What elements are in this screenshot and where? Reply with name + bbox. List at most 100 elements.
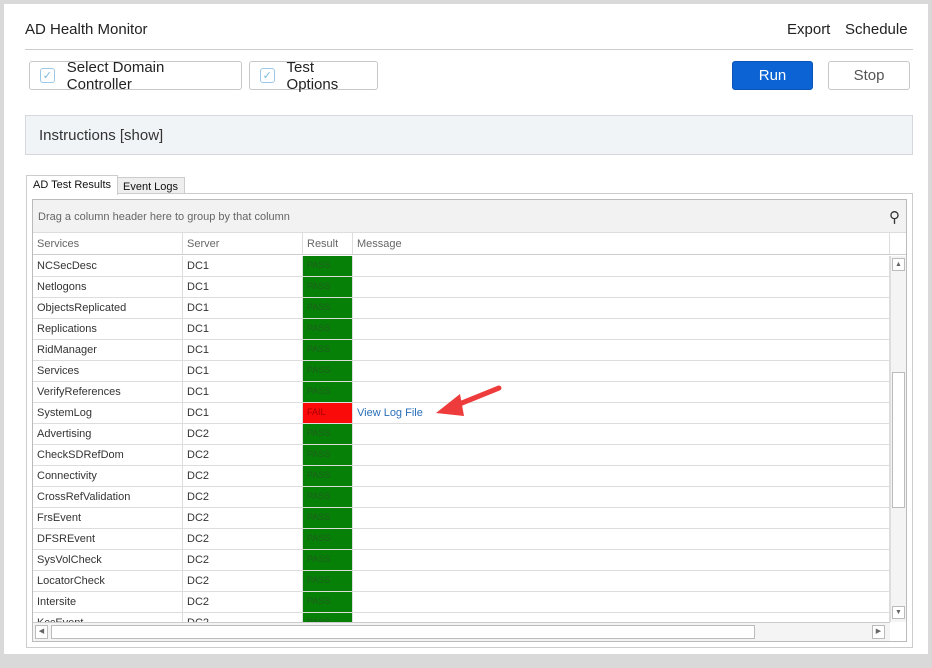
service-cell: SystemLog [33, 403, 183, 423]
result-cell: PASS [303, 424, 353, 444]
server-cell: DC2 [183, 424, 303, 444]
server-cell: DC1 [183, 256, 303, 276]
scroll-left-icon[interactable]: ◀ [35, 625, 48, 639]
service-cell: Advertising [33, 424, 183, 444]
scroll-down-icon[interactable]: ▼ [892, 606, 905, 619]
instructions-toggle[interactable]: Instructions [show] [25, 115, 913, 155]
export-menu[interactable]: Export [787, 21, 830, 38]
service-cell: Intersite [33, 592, 183, 612]
app-window: AD Health Monitor Export Schedule ✓ Sele… [4, 4, 928, 654]
scroll-thumb[interactable] [51, 625, 755, 639]
table-row[interactable]: LocatorCheck DC2 PASS [33, 571, 890, 592]
server-cell: DC2 [183, 613, 303, 622]
service-cell: VerifyReferences [33, 382, 183, 402]
service-cell: LocatorCheck [33, 571, 183, 591]
server-cell: DC2 [183, 592, 303, 612]
column-header-services[interactable]: Services [33, 233, 183, 254]
column-header-message[interactable]: Message [353, 233, 890, 254]
service-cell: ObjectsReplicated [33, 298, 183, 318]
service-cell: Replications [33, 319, 183, 339]
scroll-thumb[interactable] [892, 372, 905, 508]
server-cell: DC2 [183, 508, 303, 528]
service-cell: Netlogons [33, 277, 183, 297]
table-row[interactable]: Advertising DC2 PASS [33, 424, 890, 445]
service-cell: Services [33, 361, 183, 381]
service-cell: KccEvent [33, 613, 183, 622]
result-cell: PASS [303, 319, 353, 339]
table-row[interactable]: ObjectsReplicated DC1 PASS [33, 298, 890, 319]
server-cell: DC2 [183, 466, 303, 486]
test-options-button[interactable]: ✓ Test Options [249, 58, 378, 93]
result-cell: PASS [303, 571, 353, 591]
table-row[interactable]: Intersite DC2 PASS [33, 592, 890, 613]
table-row[interactable]: Replications DC1 PASS [33, 319, 890, 340]
message-cell [353, 466, 890, 486]
result-cell: PASS [303, 340, 353, 360]
message-cell [353, 256, 890, 276]
column-header-server[interactable]: Server [183, 233, 303, 254]
message-cell [353, 529, 890, 549]
result-cell: PASS [303, 382, 353, 402]
scroll-up-icon[interactable]: ▲ [892, 258, 905, 271]
message-cell [353, 319, 890, 339]
result-cell: PASS [303, 361, 353, 381]
table-row[interactable]: DFSREvent DC2 PASS [33, 529, 890, 550]
result-cell: PASS [303, 487, 353, 507]
table-row[interactable]: Services DC1 PASS [33, 361, 890, 382]
test-options-label: Test Options [286, 58, 339, 93]
stop-button[interactable]: Stop [828, 61, 910, 90]
search-icon[interactable]: ⚲ [889, 208, 900, 226]
column-header-result[interactable]: Result [303, 233, 353, 254]
server-cell: DC1 [183, 340, 303, 360]
service-cell: RidManager [33, 340, 183, 360]
run-button[interactable]: Run [732, 61, 813, 90]
grid-rows: NCSecDesc DC1 PASS Netlogons DC1 PASS ObjectsR… [33, 256, 890, 622]
message-cell [353, 592, 890, 612]
app-title: AD Health Monitor [25, 21, 148, 38]
grid-header: Services Server Result Message [33, 233, 906, 255]
result-cell: PASS [303, 466, 353, 486]
scroll-right-icon[interactable]: ▶ [872, 625, 885, 639]
server-cell: DC1 [183, 298, 303, 318]
table-row[interactable]: RidManager DC1 PASS [33, 340, 890, 361]
group-panel[interactable]: Drag a column header here to group by th… [33, 200, 906, 233]
checkbox-icon: ✓ [260, 68, 275, 83]
table-row[interactable]: KccEventDC2PASS [33, 613, 890, 622]
service-cell: SysVolCheck [33, 550, 183, 570]
result-cell: FAIL [303, 403, 353, 423]
table-row[interactable]: FrsEvent DC2 PASS [33, 508, 890, 529]
table-row[interactable]: NCSecDesc DC1 PASS [33, 256, 890, 277]
message-cell [353, 487, 890, 507]
table-row[interactable]: CheckSDRefDom DC2 PASS [33, 445, 890, 466]
table-row[interactable]: Netlogons DC1 PASS [33, 277, 890, 298]
result-cell: PASS [303, 277, 353, 297]
result-cell: PASS [303, 529, 353, 549]
service-cell: NCSecDesc [33, 256, 183, 276]
server-cell: DC1 [183, 361, 303, 381]
schedule-menu[interactable]: Schedule [845, 21, 908, 38]
server-cell: DC2 [183, 550, 303, 570]
table-row[interactable]: CrossRefValidation DC2 PASS [33, 487, 890, 508]
server-cell: DC2 [183, 445, 303, 465]
server-cell: DC2 [183, 487, 303, 507]
horizontal-scrollbar[interactable]: ◀ ▶ [33, 622, 890, 641]
tab-event-logs[interactable]: Event Logs [116, 177, 186, 194]
select-dc-label: Select Domain Controller [66, 58, 165, 93]
message-cell [353, 613, 890, 622]
server-cell: DC1 [183, 319, 303, 339]
result-cell: PASS [303, 298, 353, 318]
vertical-scrollbar[interactable]: ▲ ▼ [890, 256, 906, 622]
result-cell: PASS [303, 445, 353, 465]
message-cell [353, 298, 890, 318]
message-cell [353, 361, 890, 381]
table-row[interactable]: SysVolCheck DC2 PASS [33, 550, 890, 571]
server-cell: DC2 [183, 529, 303, 549]
table-row[interactable]: Connectivity DC2 PASS [33, 466, 890, 487]
divider [25, 49, 913, 50]
tab-ad-test-results[interactable]: AD Test Results [26, 175, 119, 195]
message-cell [353, 445, 890, 465]
result-cell: PASS [303, 613, 353, 622]
server-cell: DC1 [183, 403, 303, 423]
result-cell: PASS [303, 592, 353, 612]
select-domain-controller-button[interactable]: ✓ Select Domain Controller [29, 58, 242, 93]
